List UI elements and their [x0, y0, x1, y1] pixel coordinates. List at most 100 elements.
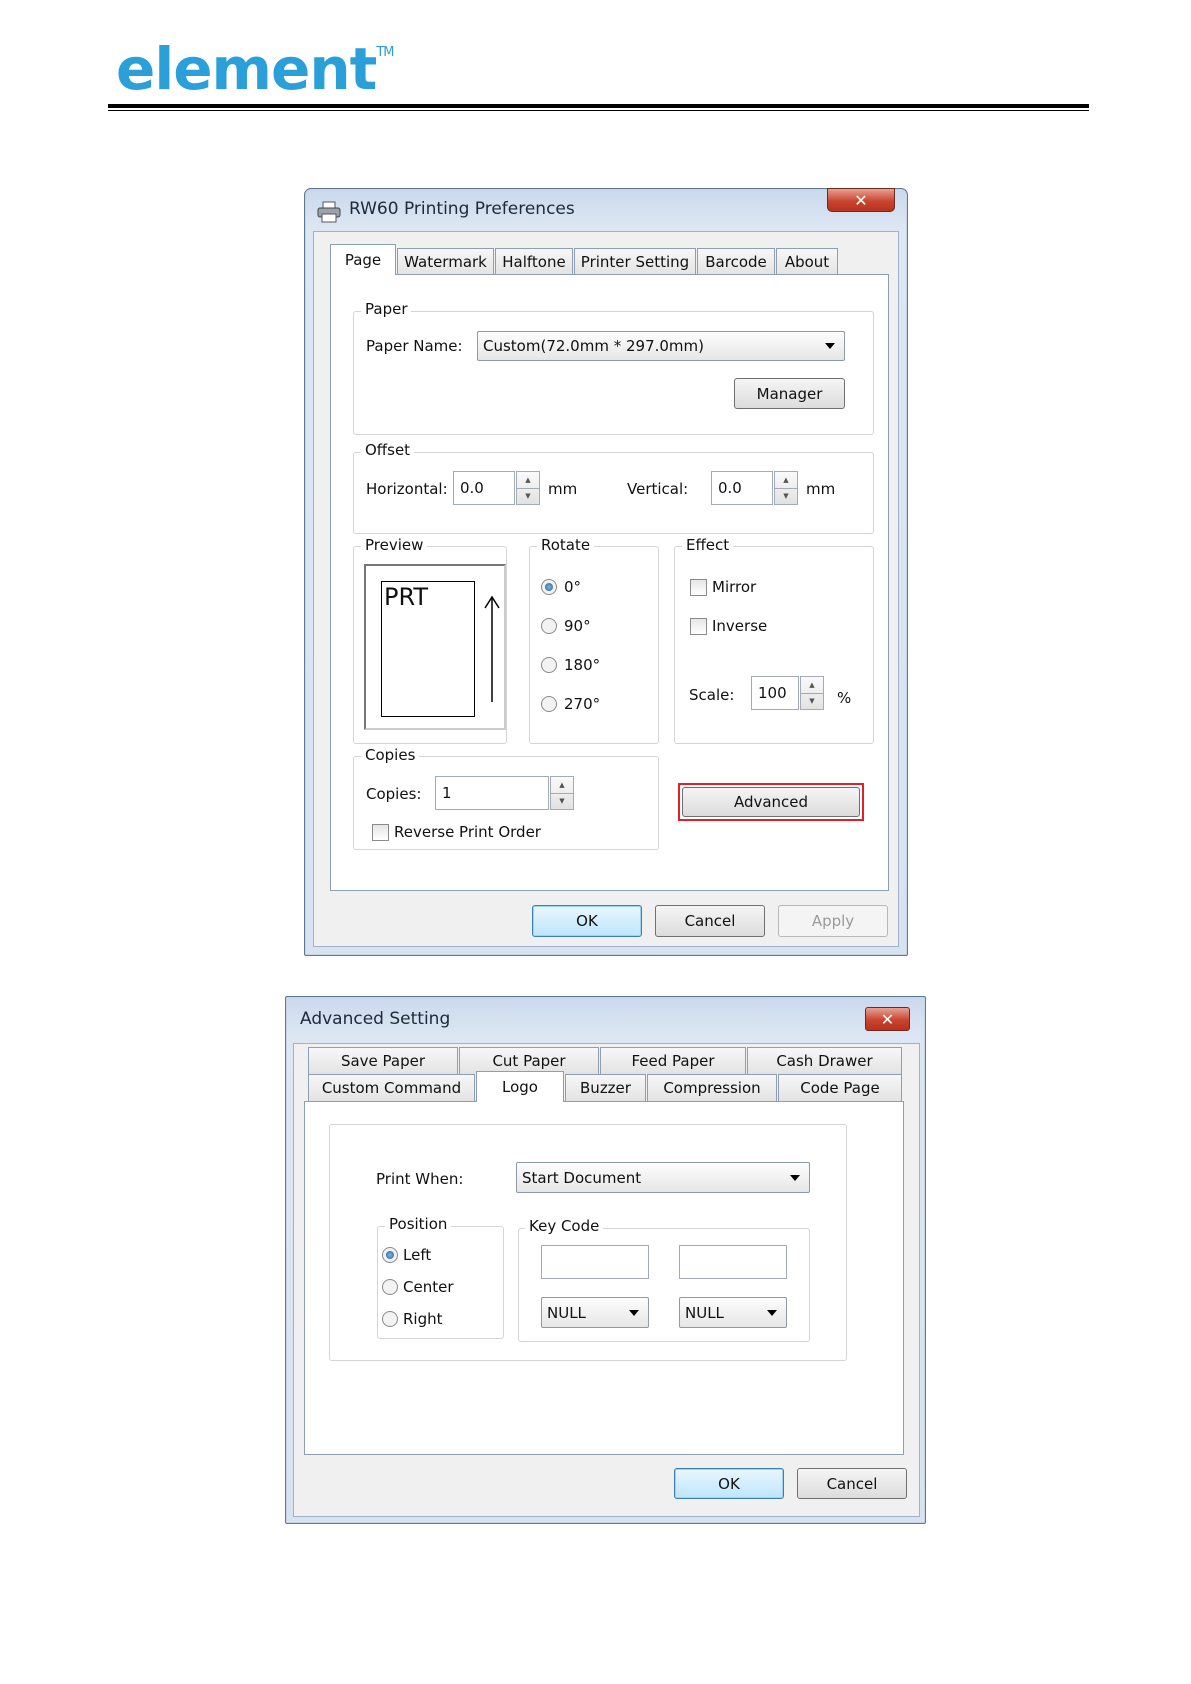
down-arrow-icon[interactable]: ▼: [801, 692, 823, 710]
window-title: Advanced Setting: [300, 1009, 451, 1029]
rotation-arrow-icon: [484, 595, 500, 702]
inverse-checkbox[interactable]: Inverse: [690, 617, 767, 635]
copies-input[interactable]: 1: [435, 776, 549, 810]
logo-tab-panel: Print When: Start Document Position Left…: [304, 1101, 904, 1455]
position-left-radio[interactable]: Left: [382, 1246, 431, 1264]
horizontal-stepper[interactable]: ▲ ▼: [516, 471, 540, 505]
paper-name-select[interactable]: Custom(72.0mm * 297.0mm): [477, 331, 845, 361]
down-arrow-icon[interactable]: ▼: [517, 487, 539, 505]
paper-name-value: Custom(72.0mm * 297.0mm): [483, 337, 704, 355]
print-when-select[interactable]: Start Document: [516, 1162, 810, 1193]
rotate-180-radio[interactable]: 180°: [541, 656, 600, 674]
ok-button[interactable]: OK: [532, 905, 642, 937]
preview-page: PRT: [381, 581, 475, 717]
up-arrow-icon[interactable]: ▲: [517, 472, 539, 488]
advanced-button[interactable]: Advanced: [682, 787, 860, 817]
key-code-legend: Key Code: [525, 1217, 604, 1235]
tab-page[interactable]: Page: [330, 244, 396, 275]
down-arrow-icon[interactable]: ▼: [775, 487, 797, 505]
preview-page-text: PRT: [384, 583, 429, 611]
effect-legend: Effect: [682, 536, 734, 554]
checkbox-icon: [690, 617, 707, 635]
radio-icon: [382, 1311, 398, 1327]
position-right-radio[interactable]: Right: [382, 1310, 443, 1328]
offset-legend: Offset: [361, 441, 415, 459]
scale-stepper[interactable]: ▲ ▼: [800, 676, 824, 710]
radio-icon: [541, 657, 557, 673]
tab-custom-command[interactable]: Custom Command: [308, 1074, 475, 1101]
window-client: Page Watermark Halftone Printer Setting …: [313, 231, 899, 947]
key-code-select-2[interactable]: NULL: [679, 1297, 787, 1328]
printer-icon: [317, 201, 341, 223]
tab-logo[interactable]: Logo: [476, 1071, 564, 1102]
position-center-radio[interactable]: Center: [382, 1278, 454, 1296]
header-rule-thin: [108, 110, 1089, 111]
close-icon: ✕: [854, 190, 868, 210]
tab-save-paper[interactable]: Save Paper: [308, 1047, 458, 1074]
scale-input[interactable]: 100: [751, 676, 799, 710]
element-logo: elementTM: [116, 40, 395, 98]
header-rule: [108, 104, 1089, 108]
up-arrow-icon[interactable]: ▲: [801, 677, 823, 693]
manager-button[interactable]: Manager: [734, 378, 845, 409]
radio-selected-icon: [382, 1247, 398, 1263]
logo-trademark: TM: [376, 45, 394, 60]
vertical-stepper[interactable]: ▲ ▼: [774, 471, 798, 505]
tab-cash-drawer[interactable]: Cash Drawer: [747, 1047, 902, 1074]
checkbox-icon: [690, 578, 707, 596]
window-title: RW60 Printing Preferences: [349, 199, 575, 219]
copies-legend: Copies: [361, 746, 420, 764]
copies-stepper[interactable]: ▲ ▼: [550, 776, 574, 810]
key-code-input-1[interactable]: [541, 1245, 649, 1279]
radio-icon: [541, 618, 557, 634]
advanced-setting-window: Advanced Setting ✕ Save Paper Cut Paper …: [285, 996, 926, 1524]
page-tab-panel: Paper Paper Name: Custom(72.0mm * 297.0m…: [330, 274, 889, 891]
tab-halftone[interactable]: Halftone: [495, 248, 573, 275]
up-arrow-icon[interactable]: ▲: [775, 472, 797, 488]
logo-text: element: [116, 35, 377, 103]
tab-printer-setting[interactable]: Printer Setting: [574, 248, 696, 275]
reverse-print-order-checkbox[interactable]: Reverse Print Order: [372, 823, 541, 841]
key-code-input-2[interactable]: [679, 1245, 787, 1279]
cancel-button[interactable]: Cancel: [655, 905, 765, 937]
effect-group: [674, 546, 874, 744]
print-when-value: Start Document: [522, 1168, 642, 1187]
close-button[interactable]: ✕: [827, 188, 895, 212]
tab-buzzer[interactable]: Buzzer: [565, 1074, 646, 1101]
radio-selected-icon: [541, 579, 557, 595]
rotate-0-radio[interactable]: 0°: [541, 578, 581, 596]
key-code-select-1[interactable]: NULL: [541, 1297, 649, 1328]
tab-cut-paper[interactable]: Cut Paper: [459, 1047, 599, 1074]
close-button[interactable]: ✕: [865, 1007, 910, 1031]
tab-watermark[interactable]: Watermark: [397, 248, 494, 275]
tab-compression[interactable]: Compression: [647, 1074, 777, 1101]
rotate-90-radio[interactable]: 90°: [541, 617, 591, 635]
vertical-unit: mm: [806, 480, 836, 498]
rotate-group: [529, 546, 659, 744]
tab-about[interactable]: About: [776, 248, 838, 275]
vertical-label: Vertical:: [627, 480, 689, 498]
printing-preferences-window: RW60 Printing Preferences ✕ Page Waterma…: [304, 188, 908, 956]
tab-feed-paper[interactable]: Feed Paper: [600, 1047, 746, 1074]
rotate-270-radio[interactable]: 270°: [541, 695, 600, 713]
tab-barcode[interactable]: Barcode: [697, 248, 775, 275]
tab-code-page[interactable]: Code Page: [778, 1074, 902, 1101]
chevron-down-icon: [629, 1309, 639, 1316]
chevron-down-icon: [767, 1309, 777, 1316]
paper-group: [353, 311, 874, 435]
cancel-button[interactable]: Cancel: [797, 1468, 907, 1499]
window-client: Save Paper Cut Paper Feed Paper Cash Dra…: [293, 1043, 920, 1517]
chevron-down-icon: [790, 1174, 800, 1181]
down-arrow-icon[interactable]: ▼: [551, 792, 573, 810]
mirror-checkbox[interactable]: Mirror: [690, 578, 756, 596]
preview-frame: PRT: [364, 564, 506, 730]
ok-button[interactable]: OK: [674, 1468, 784, 1499]
copies-label: Copies:: [366, 785, 422, 803]
paper-legend: Paper: [361, 300, 412, 318]
up-arrow-icon[interactable]: ▲: [551, 777, 573, 793]
vertical-input[interactable]: 0.0: [711, 471, 773, 505]
apply-button[interactable]: Apply: [778, 905, 888, 937]
horizontal-input[interactable]: 0.0: [453, 471, 515, 505]
radio-icon: [382, 1279, 398, 1295]
scale-unit: %: [837, 689, 852, 707]
